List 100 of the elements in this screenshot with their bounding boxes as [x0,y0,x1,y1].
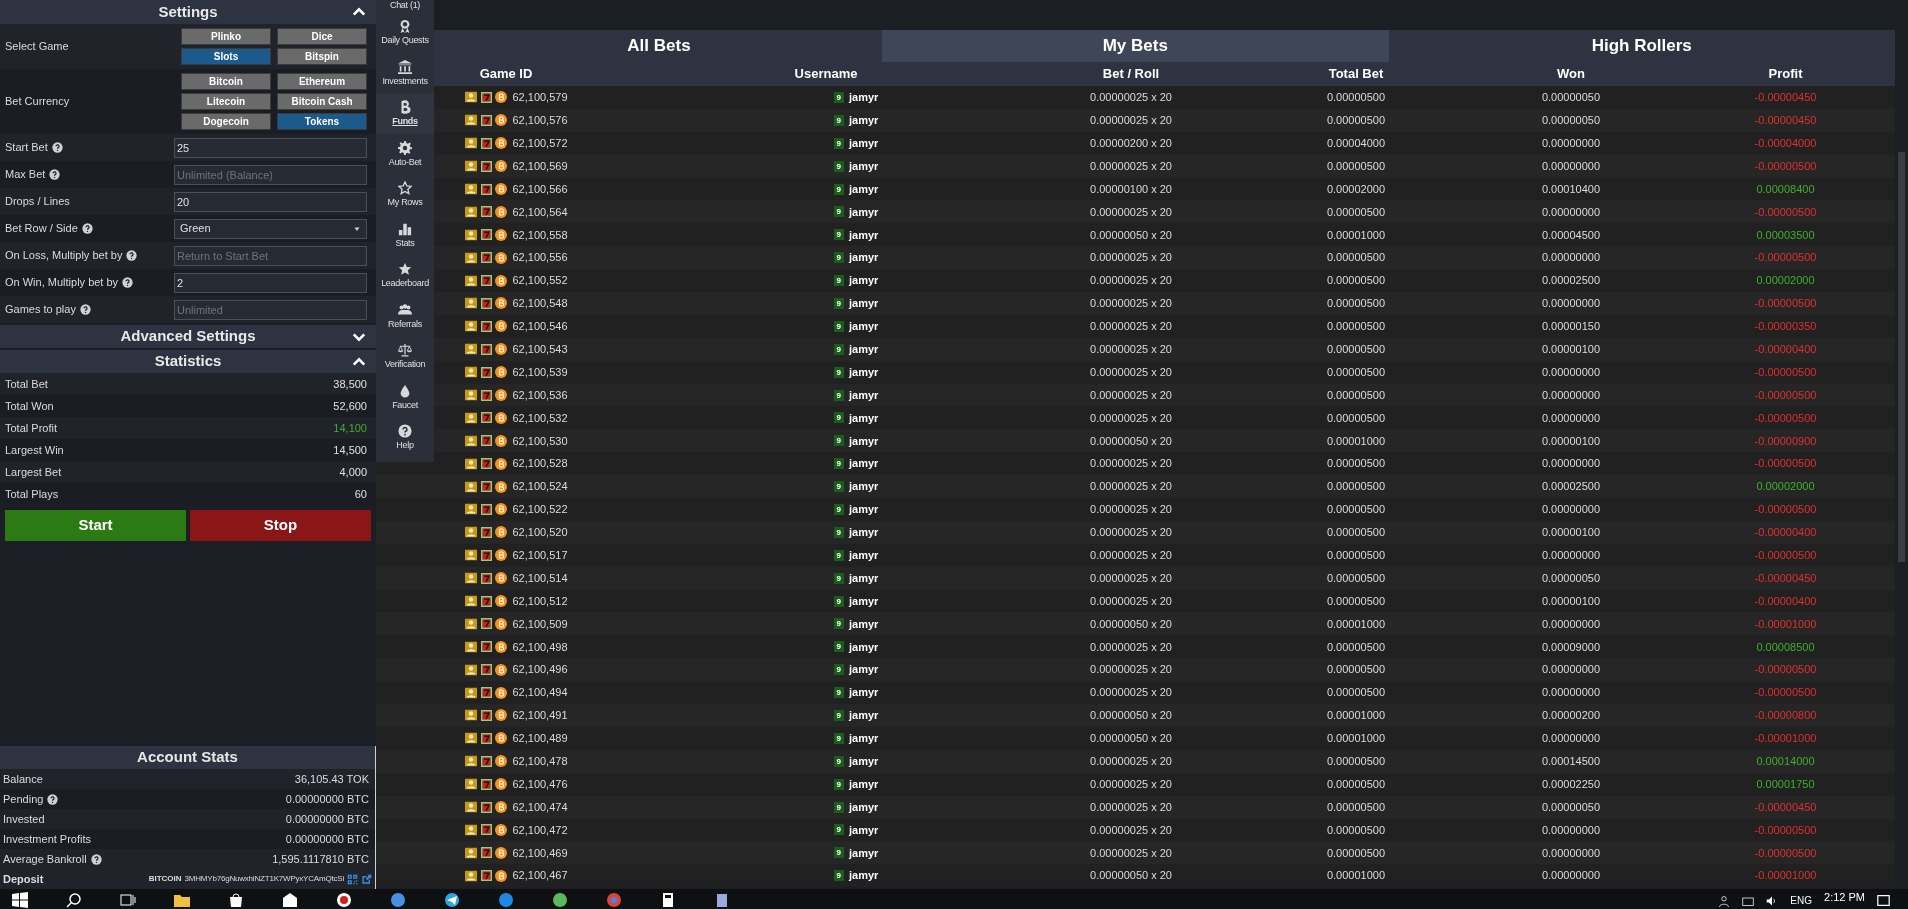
table-cell-text: 0.00000000 [1541,685,1601,701]
table-cell-text: 0.00001000 [1326,708,1386,724]
option-button[interactable]: Dogecoin [181,113,271,130]
person-icon[interactable] [1718,895,1731,907]
windows-start-icon[interactable] [12,892,28,908]
profit-value: -0.00000500 [1754,410,1817,426]
folder-icon[interactable] [174,892,190,908]
input-field[interactable]: 20 [174,191,367,212]
table-cell-text: 0.00001000 [1326,433,1386,449]
nav-item[interactable]: Auto-Bet [376,133,434,174]
level-badge: 9 [833,114,845,126]
nav-label: Stats [395,237,415,248]
nav-item[interactable]: Chat (1) [376,0,434,12]
nav-item[interactable]: Help [376,417,434,458]
nav-item[interactable]: Verification [376,336,434,377]
username: jamyr [849,754,879,769]
stat-value: 1,595.1117810 BTC [272,851,369,867]
stat-value: 4,000 [339,464,367,480]
nav-item[interactable]: Faucet [376,376,434,417]
level-badge: 9 [833,503,845,515]
currency-label: BITCOIN [148,873,182,885]
coin-icon [495,228,508,241]
username: jamyr [849,822,879,838]
nav-item[interactable]: Leaderboard [376,255,434,296]
app-icon[interactable] [498,892,514,908]
profit-value: -0.00001000 [1754,868,1817,884]
search-icon[interactable] [66,892,82,908]
game-id: 62,100,489 [512,731,568,747]
nav-item[interactable]: My Rows [376,174,434,215]
input-field[interactable]: 25 [174,137,367,158]
nav-item[interactable]: Investments [376,52,434,93]
table-cell-text: 0.00000500 [1326,570,1386,586]
language-indicator[interactable]: ENG [1790,895,1813,907]
help-icon[interactable] [126,250,138,261]
select-field[interactable]: Green [174,218,367,239]
clock[interactable]: 2:12 PM [1824,891,1865,904]
nav-item[interactable]: Funds [376,93,434,134]
table-cell-text: 0.00000500 [1326,685,1386,701]
section-header[interactable]: Advanced Settings [0,325,376,348]
app-icon[interactable] [552,892,568,908]
game-id: 62,100,476 [512,776,568,792]
input-field[interactable]: Unlimited [174,299,367,320]
input-field[interactable]: Unlimited (Balance) [174,164,367,185]
option-button[interactable]: Bitspin [277,48,367,65]
nav-label: Chat (1) [389,0,421,10]
option-button[interactable]: Ethereum [277,73,367,90]
option-button[interactable]: Tokens [277,113,367,130]
tab[interactable]: My Bets [882,30,1389,62]
help-icon[interactable] [90,853,102,865]
record-icon[interactable] [336,892,352,908]
option-button[interactable]: Slots [181,48,271,65]
section-header[interactable]: Settings [0,0,376,24]
external-link-icon[interactable] [361,873,372,885]
table-cell-text: 0.00000500 [1326,364,1386,380]
nav-item[interactable]: Daily Quests [376,12,434,53]
user-icon [464,251,479,264]
coin-icon [495,343,508,356]
table-cell-text: 0.00000000 [1541,868,1601,884]
level-badge: 9 [833,755,845,767]
calculator-icon[interactable] [660,892,676,908]
app-icon[interactable] [390,892,406,908]
table-cell-text: 0.00000000 [1541,296,1601,312]
profit-value: -0.00000500 [1754,548,1817,563]
option-button[interactable]: Bitcoin Cash [277,93,367,110]
paper-plane-icon[interactable] [444,892,460,908]
option-button[interactable]: Plinko [181,28,271,45]
user-icon [464,228,479,241]
stop-button[interactable]: Stop [190,510,371,541]
start-button[interactable]: Start [5,510,186,541]
task-view-icon[interactable] [120,892,136,908]
slot-machine-icon [481,206,493,218]
section-header[interactable]: Account Stats [0,746,375,769]
document-icon[interactable] [714,892,730,908]
input-field[interactable]: 2 [174,272,367,293]
stat-label: Largest Bet [5,464,62,480]
coin-icon [495,617,508,630]
table-cell-text: 0.00000500 [1326,296,1386,312]
help-icon[interactable] [47,793,59,805]
qr-code-icon[interactable] [347,873,358,885]
nav-item[interactable]: Referrals [376,295,434,336]
help-icon[interactable] [122,277,134,288]
nav-label: Verification [384,359,426,370]
help-icon[interactable] [49,169,61,180]
coin-icon [495,366,508,379]
table-cell-text: 0.00000500 [1326,90,1386,106]
option-button[interactable]: Bitcoin [181,73,271,90]
help-icon[interactable] [51,142,63,153]
table-cell-text: 0.00000500 [1326,639,1386,655]
help-icon[interactable] [81,223,93,234]
username: jamyr [849,731,879,747]
input-field[interactable]: Return to Start Bet [174,245,367,266]
level-badge: 9 [833,595,845,607]
option-button[interactable]: Dice [277,28,367,45]
slot-machine-icon [481,389,493,401]
section-header[interactable]: Statistics [0,350,376,373]
nav-item[interactable]: Stats [376,214,434,255]
option-button[interactable]: Litecoin [181,93,271,110]
slot-machine-icon [481,91,493,103]
help-icon[interactable] [79,304,91,315]
shopping-bag-icon[interactable] [228,892,244,908]
